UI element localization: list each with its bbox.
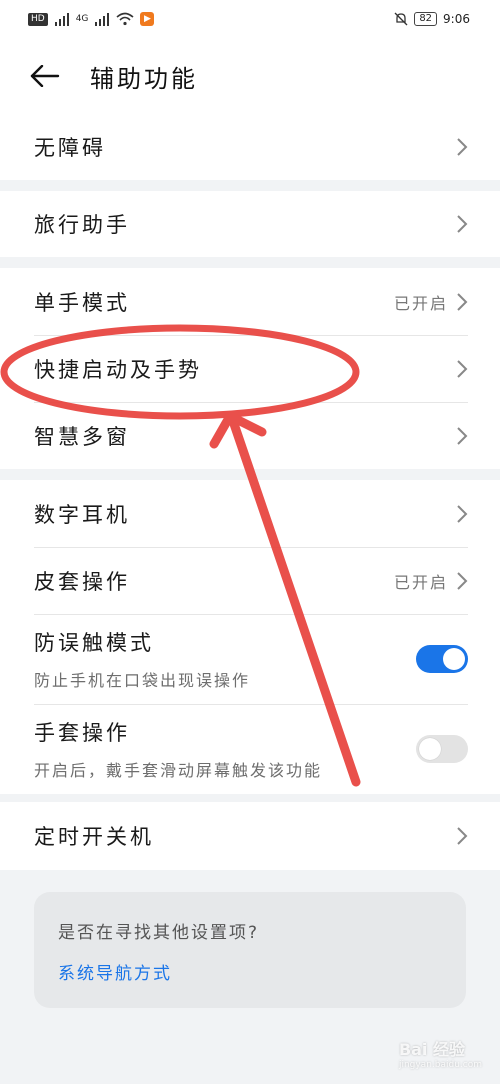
system-navigation-link[interactable]: 系统导航方式 <box>58 959 442 984</box>
setting-text: 防误触模式 防止手机在口袋出现误操作 <box>34 627 250 691</box>
wifi-icon <box>116 12 134 26</box>
settings-group-3: 单手模式 已开启 快捷启动及手势 智慧多窗 <box>0 268 500 469</box>
settings-group-4: 数字耳机 皮套操作 已开启 防误触模式 防止手机在口袋出现误操作 手套操作 开启… <box>0 480 500 794</box>
setting-label: 旅行助手 <box>34 213 130 237</box>
setting-subtitle: 防止手机在口袋出现误操作 <box>34 671 251 690</box>
watermark-brand: Bai 经验 <box>398 1040 465 1059</box>
bell-muted-icon <box>394 12 408 26</box>
status-right: 82 9:06 <box>394 12 470 26</box>
chevron-right-icon <box>457 292 468 311</box>
page-title: 辅助功能 <box>90 64 198 93</box>
setting-accessibility[interactable]: 无障碍 <box>0 114 500 180</box>
status-left: HD 4G ▶ <box>28 12 155 26</box>
setting-label: 定时开关机 <box>34 825 154 849</box>
chevron-right-icon <box>457 571 468 590</box>
signal-icon-2 <box>95 13 110 26</box>
chevron-right-icon <box>457 504 468 523</box>
setting-label: 防误触模式 <box>34 631 154 655</box>
arrow-left-icon <box>30 65 60 87</box>
status-text: 已开启 <box>393 572 448 592</box>
setting-label: 智慧多窗 <box>34 424 130 449</box>
chevron-right-icon <box>457 827 468 845</box>
setting-right: 已开启 <box>394 290 468 314</box>
network-label: 4G <box>75 14 89 24</box>
clock: 9:06 <box>443 12 470 26</box>
setting-travel-assistant[interactable]: 旅行助手 <box>0 191 500 257</box>
setting-label: 单手模式 <box>34 290 130 315</box>
toggle-knob <box>443 648 465 670</box>
setting-anti-mistouch: 防误触模式 防止手机在口袋出现误操作 <box>0 614 500 704</box>
anti-mistouch-toggle[interactable] <box>416 645 468 673</box>
settings-group-2: 旅行助手 <box>0 191 500 257</box>
status-text: 已开启 <box>393 293 448 313</box>
chevron-right-icon <box>457 138 468 156</box>
setting-cover-operation[interactable]: 皮套操作 已开启 <box>0 547 500 614</box>
setting-subtitle: 开启后，戴手套滑动屏幕触发该功能 <box>34 761 323 780</box>
glove-mode-toggle[interactable] <box>416 735 468 763</box>
setting-smart-multi-window[interactable]: 智慧多窗 <box>0 402 500 469</box>
settings-group-1: 无障碍 <box>0 114 500 180</box>
back-button[interactable] <box>30 56 70 96</box>
hd-badge-1: HD <box>28 12 48 26</box>
settings-group-5: 定时开关机 <box>0 802 500 870</box>
battery-icon: 82 <box>414 12 438 26</box>
app-notification-icon: ▶ <box>140 12 155 26</box>
chevron-right-icon <box>457 215 468 233</box>
baidu-watermark: Bai 经验 jingyan.baidu.com <box>399 1036 482 1070</box>
chevron-right-icon <box>457 359 468 378</box>
setting-shortcut-gestures[interactable]: 快捷启动及手势 <box>0 335 500 402</box>
watermark-domain: jingyan.baidu.com <box>398 1060 482 1070</box>
setting-right: 已开启 <box>394 569 468 593</box>
setting-text: 手套操作 开启后，戴手套滑动屏幕触发该功能 <box>34 717 322 781</box>
setting-digital-earphone[interactable]: 数字耳机 <box>0 480 500 547</box>
suggestion-card: 是否在寻找其他设置项? 系统导航方式 <box>34 892 466 1008</box>
toggle-knob <box>419 738 441 760</box>
setting-label: 手套操作 <box>34 721 130 745</box>
setting-label: 无障碍 <box>34 136 106 160</box>
setting-label: 数字耳机 <box>34 502 130 527</box>
app-header: 辅助功能 <box>0 38 500 114</box>
suggestion-question: 是否在寻找其他设置项? <box>58 923 260 943</box>
setting-label: 快捷启动及手势 <box>34 357 202 382</box>
setting-glove-mode: 手套操作 开启后，戴手套滑动屏幕触发该功能 <box>0 704 500 794</box>
setting-scheduled-power[interactable]: 定时开关机 <box>0 802 500 870</box>
setting-one-hand-mode[interactable]: 单手模式 已开启 <box>0 268 500 335</box>
signal-icon <box>54 13 69 26</box>
chevron-right-icon <box>457 426 468 445</box>
status-bar: HD 4G ▶ 82 9:06 <box>0 0 500 38</box>
setting-label: 皮套操作 <box>34 569 130 594</box>
